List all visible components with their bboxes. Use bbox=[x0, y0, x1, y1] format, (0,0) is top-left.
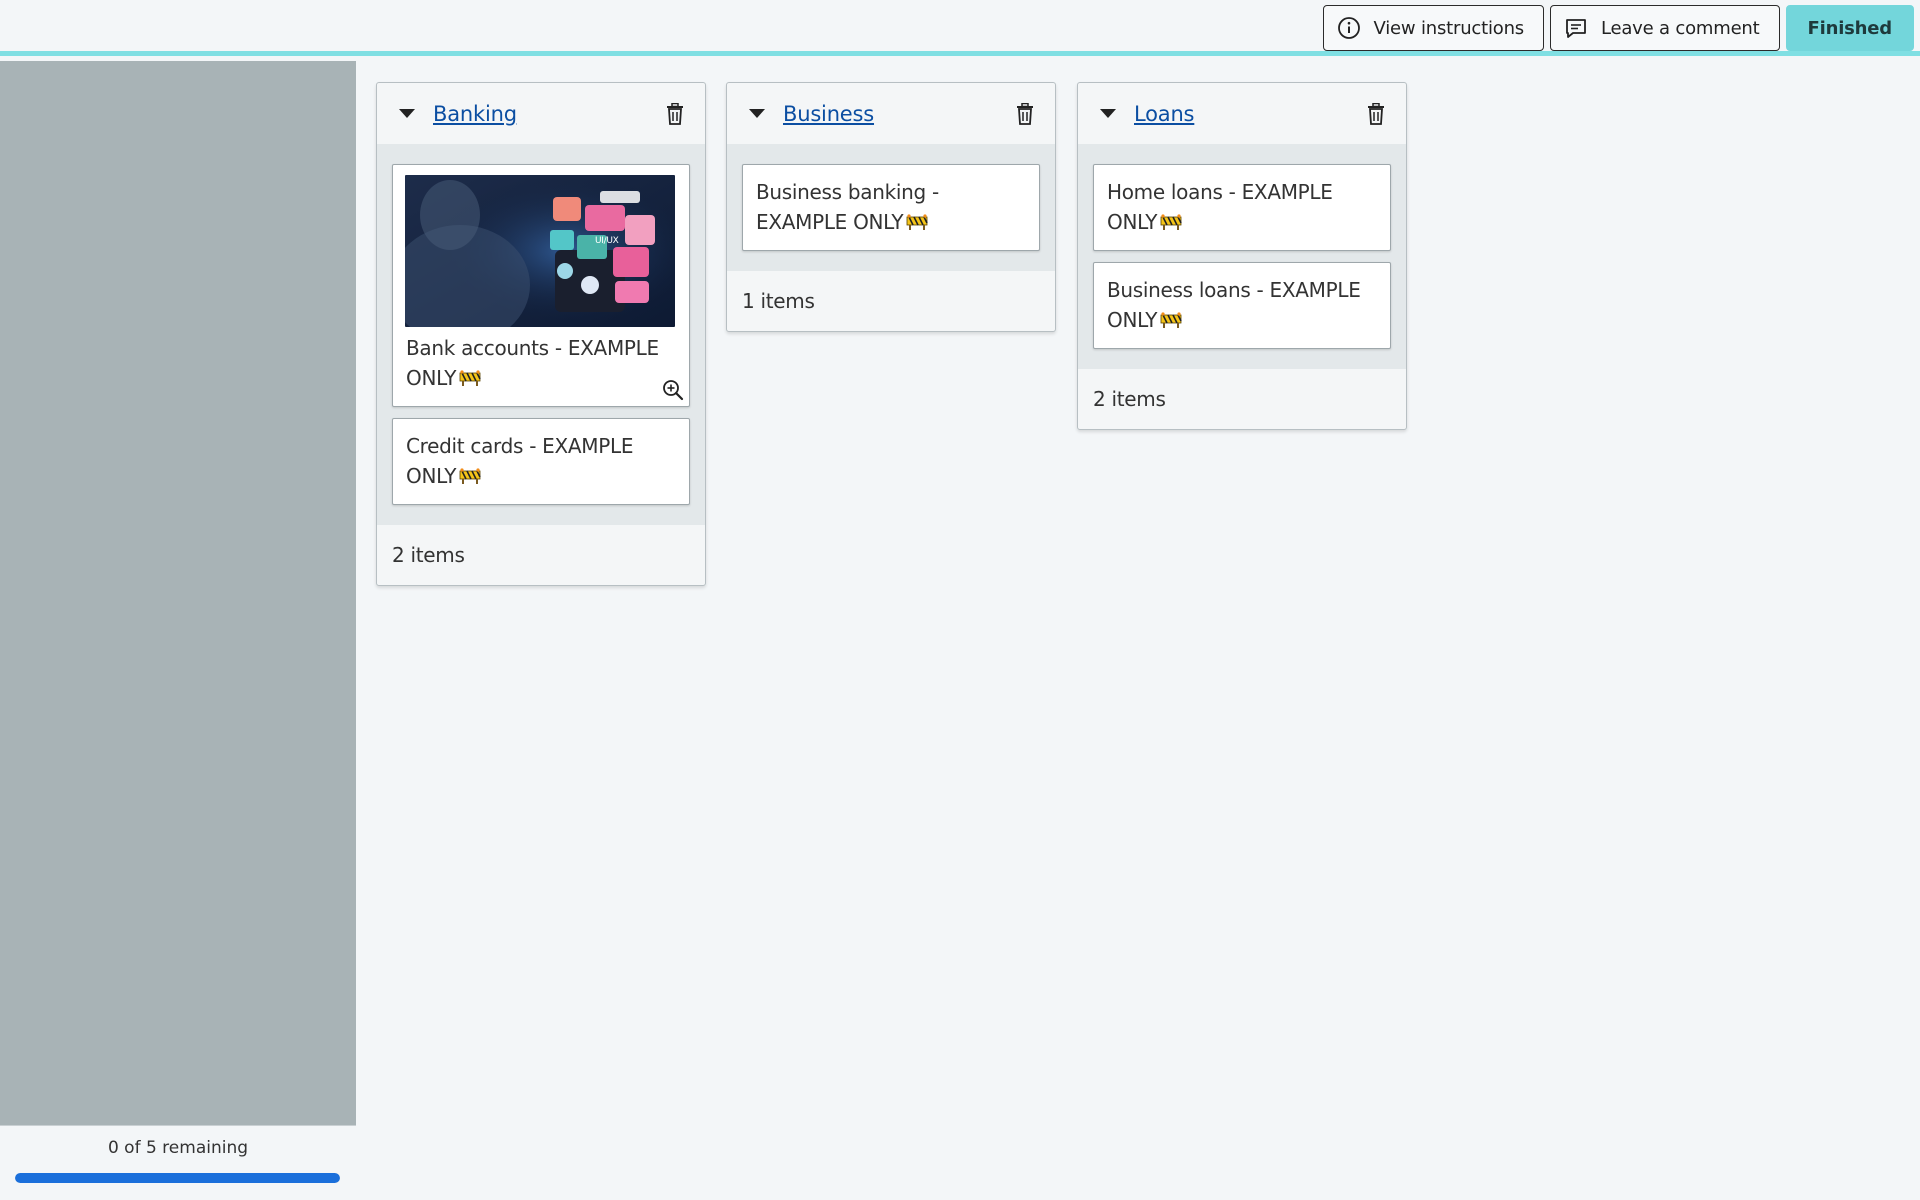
card-label: Home loans - EXAMPLE ONLY bbox=[1107, 180, 1333, 234]
sidebar-footer: 0 of 5 remaining bbox=[0, 1125, 356, 1200]
toolbar-actions: View instructions Leave a comment Finish… bbox=[1322, 5, 1914, 51]
construction-barrier-icon bbox=[459, 462, 481, 484]
info-icon bbox=[1336, 15, 1362, 41]
progress-fill bbox=[15, 1173, 340, 1183]
card-business-banking[interactable]: Business banking - EXAMPLE ONLY bbox=[742, 164, 1040, 251]
card-home-loans[interactable]: Home loans - EXAMPLE ONLY bbox=[1093, 164, 1391, 251]
card-image: UI/UX bbox=[405, 175, 675, 327]
category-item-count: 1 items bbox=[742, 289, 815, 313]
category-title[interactable]: Business bbox=[783, 102, 874, 126]
collapse-caret-icon[interactable] bbox=[749, 109, 765, 118]
category-drop-zone[interactable]: UI/UX Bank accounts - EXAMPLE ONLY Credi… bbox=[377, 144, 705, 525]
trash-icon[interactable] bbox=[1366, 102, 1386, 125]
collapse-caret-icon[interactable] bbox=[1100, 109, 1116, 118]
category-header: Loans bbox=[1078, 83, 1406, 144]
finished-button[interactable]: Finished bbox=[1785, 5, 1914, 51]
svg-text:UI/UX: UI/UX bbox=[595, 236, 619, 246]
collapse-caret-icon[interactable] bbox=[399, 109, 415, 118]
trash-icon[interactable] bbox=[1015, 102, 1035, 125]
construction-barrier-icon bbox=[1160, 208, 1182, 230]
category-banking: Banking UI/UX Bank accounts - EXAMPLE ON… bbox=[376, 82, 706, 586]
view-instructions-label: View instructions bbox=[1373, 17, 1525, 39]
progress-bar bbox=[15, 1173, 340, 1183]
remaining-count: 0 of 5 remaining bbox=[107, 1138, 249, 1158]
zoom-in-icon[interactable] bbox=[662, 379, 684, 401]
category-header: Business bbox=[727, 83, 1055, 144]
card-label: Bank accounts - EXAMPLE ONLY bbox=[406, 336, 659, 390]
comment-icon bbox=[1563, 15, 1589, 41]
card-bank-accounts[interactable]: UI/UX Bank accounts - EXAMPLE ONLY bbox=[392, 164, 690, 407]
category-item-count: 2 items bbox=[392, 543, 465, 567]
category-item-count: 2 items bbox=[1093, 387, 1166, 411]
construction-barrier-icon bbox=[1160, 306, 1182, 328]
card-label: Credit cards - EXAMPLE ONLY bbox=[406, 434, 634, 488]
trash-icon[interactable] bbox=[665, 102, 685, 125]
construction-barrier-icon bbox=[459, 364, 481, 386]
leave-comment-label: Leave a comment bbox=[1600, 17, 1760, 39]
category-header: Banking bbox=[377, 83, 705, 144]
category-title[interactable]: Loans bbox=[1134, 102, 1195, 126]
leave-comment-button[interactable]: Leave a comment bbox=[1549, 5, 1780, 51]
card-credit-cards[interactable]: Credit cards - EXAMPLE ONLY bbox=[392, 418, 690, 505]
category-title[interactable]: Banking bbox=[433, 102, 517, 126]
category-business: Business Business banking - EXAMPLE ONLY… bbox=[726, 82, 1056, 332]
category-drop-zone[interactable]: Business banking - EXAMPLE ONLY bbox=[727, 144, 1055, 271]
top-bar: View instructions Leave a comment Finish… bbox=[0, 0, 1920, 56]
card-business-loans[interactable]: Business loans - EXAMPLE ONLY bbox=[1093, 262, 1391, 349]
sidebar: 0 of 5 remaining bbox=[0, 61, 356, 1200]
category-loans: Loans Home loans - EXAMPLE ONLY Business… bbox=[1077, 82, 1407, 430]
construction-barrier-icon bbox=[906, 208, 928, 230]
card-label: Business loans - EXAMPLE ONLY bbox=[1107, 278, 1361, 332]
view-instructions-button[interactable]: View instructions bbox=[1322, 5, 1544, 51]
category-drop-zone[interactable]: Home loans - EXAMPLE ONLY Business loans… bbox=[1078, 144, 1406, 369]
